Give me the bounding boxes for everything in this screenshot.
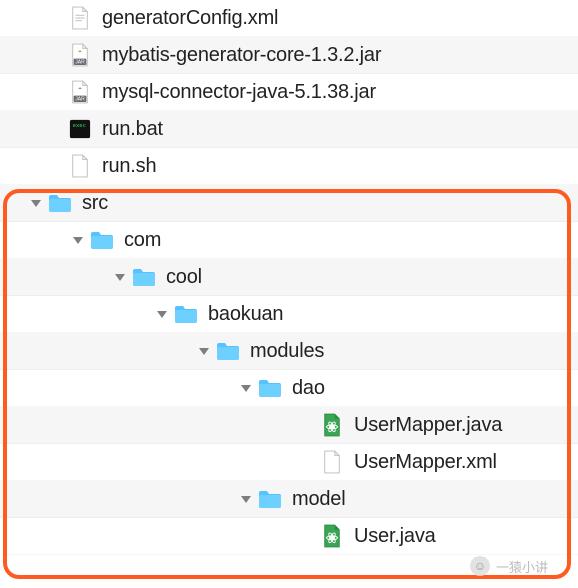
tree-item-label: cool: [166, 266, 578, 289]
tree-row[interactable]: cool: [0, 259, 578, 296]
file-jar-icon: JAR: [68, 80, 92, 104]
disclosure-triangle-icon[interactable]: [196, 343, 212, 359]
folder-icon: [48, 191, 72, 215]
file-jar-icon: JAR: [68, 43, 92, 67]
tree-item-label: src: [82, 192, 578, 215]
tree-item-label: run.bat: [102, 118, 578, 141]
folder-icon: [174, 302, 198, 326]
svg-text:JAR: JAR: [75, 97, 85, 103]
watermark: ☺ 一猿小讲: [470, 556, 548, 576]
tree-item-label: com: [124, 229, 578, 252]
watermark-logo-icon: ☺: [470, 556, 490, 576]
tree-row[interactable]: exec run.bat: [0, 111, 578, 148]
tree-row[interactable]: com: [0, 222, 578, 259]
file-bat-icon: exec: [68, 117, 92, 141]
folder-icon: [216, 339, 240, 363]
tree-row[interactable]: JAR mybatis-generator-core-1.3.2.jar: [0, 37, 578, 74]
file-xml2-icon: [320, 450, 344, 474]
tree-row[interactable]: modules: [0, 333, 578, 370]
disclosure-triangle-icon[interactable]: [112, 269, 128, 285]
watermark-label: 一猿小讲: [496, 557, 548, 576]
folder-icon: [258, 376, 282, 400]
tree-row[interactable]: UserMapper.xml: [0, 444, 578, 481]
file-java-icon: [320, 524, 344, 548]
tree-item-label: generatorConfig.xml: [102, 7, 578, 30]
folder-icon: [258, 487, 282, 511]
disclosure-triangle-icon[interactable]: [154, 306, 170, 322]
tree-row[interactable]: JAR mysql-connector-java-5.1.38.jar: [0, 74, 578, 111]
svg-text:exec: exec: [73, 123, 86, 129]
tree-item-label: dao: [292, 377, 578, 400]
disclosure-triangle-icon[interactable]: [238, 380, 254, 396]
file-icon: [68, 154, 92, 178]
tree-item-label: UserMapper.java: [354, 414, 578, 437]
tree-row[interactable]: UserMapper.java: [0, 407, 578, 444]
tree-row[interactable]: baokuan: [0, 296, 578, 333]
svg-text:JAR: JAR: [75, 60, 85, 66]
tree-item-label: UserMapper.xml: [354, 451, 578, 474]
file-xml-icon: [68, 6, 92, 30]
tree-item-label: run.sh: [102, 155, 578, 178]
file-java-icon: [320, 413, 344, 437]
folder-icon: [90, 228, 114, 252]
tree-item-label: model: [292, 488, 578, 511]
folder-icon: [132, 265, 156, 289]
tree-row[interactable]: generatorConfig.xml: [0, 0, 578, 37]
disclosure-triangle-icon[interactable]: [238, 491, 254, 507]
tree-item-label: modules: [250, 340, 578, 363]
tree-row[interactable]: run.sh: [0, 148, 578, 185]
tree-item-label: baokuan: [208, 303, 578, 326]
disclosure-triangle-icon[interactable]: [70, 232, 86, 248]
tree-item-label: User.java: [354, 525, 578, 548]
tree-row[interactable]: dao: [0, 370, 578, 407]
tree-row[interactable]: src: [0, 185, 578, 222]
tree-item-label: mysql-connector-java-5.1.38.jar: [102, 81, 578, 104]
file-tree: generatorConfig.xml JAR mybatis-generator-…: [0, 0, 578, 555]
disclosure-triangle-icon[interactable]: [28, 195, 44, 211]
tree-row[interactable]: model: [0, 481, 578, 518]
tree-row[interactable]: User.java: [0, 518, 578, 555]
tree-item-label: mybatis-generator-core-1.3.2.jar: [102, 44, 578, 67]
